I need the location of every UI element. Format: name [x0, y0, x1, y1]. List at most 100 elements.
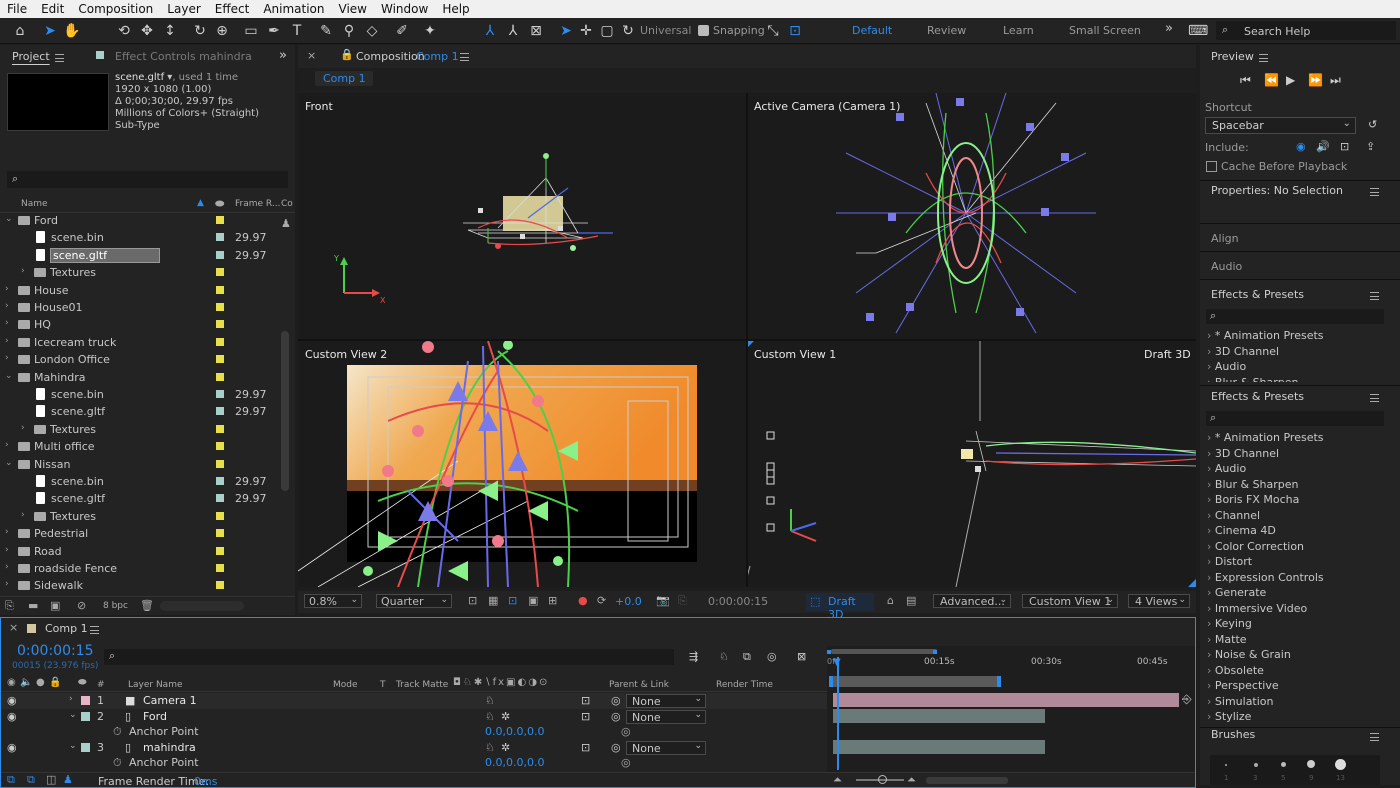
- motion-blur-icon[interactable]: ◎: [767, 650, 777, 663]
- menu-help[interactable]: Help: [435, 2, 476, 16]
- label-swatch[interactable]: [216, 564, 224, 572]
- effects-category[interactable]: › Expression Controls: [1207, 571, 1324, 584]
- layer-label-swatch[interactable]: [81, 742, 90, 752]
- label-swatch[interactable]: [216, 390, 224, 398]
- in-out-icon[interactable]: ◫: [46, 773, 56, 786]
- draft-3d-toggle[interactable]: ⬚ Draft 3D: [806, 593, 874, 621]
- label-swatch[interactable]: [216, 216, 224, 224]
- label-swatch[interactable]: [216, 268, 224, 277]
- rotate-tool-icon[interactable]: ↻: [190, 21, 210, 41]
- project-item-row[interactable]: scene.gltf 29.97: [0, 247, 292, 264]
- chevron-down-icon[interactable]: ⌄: [69, 741, 77, 751]
- label-swatch[interactable]: [216, 424, 224, 433]
- snap-options-icon[interactable]: ⤡: [763, 21, 783, 41]
- playhead-handle-icon[interactable]: ▼: [833, 657, 841, 668]
- shy-switch-icon[interactable]: ♘: [485, 741, 495, 754]
- cache-checkbox[interactable]: [1206, 161, 1217, 172]
- pan-tool-icon[interactable]: ✥: [137, 21, 157, 41]
- effects-category[interactable]: › Generate: [1207, 586, 1266, 599]
- project-item-row[interactable]: scene.bin 29.97: [0, 386, 292, 403]
- project-item-row[interactable]: scene.gltf 29.97: [0, 490, 292, 507]
- label-swatch[interactable]: [216, 511, 224, 520]
- transparency-grid-icon[interactable]: ▦: [488, 594, 498, 607]
- composition-mini-flowchart-icon[interactable]: ⇶: [689, 650, 698, 663]
- eraser-tool-icon[interactable]: ◇: [362, 21, 382, 41]
- project-folder-row[interactable]: › Icecream truck: [0, 334, 292, 351]
- brushes-title[interactable]: Brushes: [1211, 728, 1255, 741]
- 3d-move-icon[interactable]: ✛: [576, 21, 596, 41]
- chevron-right-icon[interactable]: ›: [5, 545, 9, 555]
- chevron-right-icon[interactable]: ›: [21, 423, 25, 433]
- show-snapshot-icon[interactable]: ⎘: [678, 594, 687, 608]
- collapse-switch-icon[interactable]: ✲: [501, 710, 510, 723]
- effects-presets-title-1[interactable]: Effects & Presets: [1211, 288, 1304, 301]
- brushes-menu-icon[interactable]: [1370, 733, 1379, 741]
- snap-grid-icon[interactable]: ⊡: [785, 21, 805, 41]
- project-folder-row[interactable]: › House01: [0, 299, 292, 316]
- lock-icon[interactable]: 🔒: [340, 48, 354, 61]
- 3d-layer-icon[interactable]: ⊡: [581, 741, 590, 754]
- shy-layers-icon[interactable]: ♘: [719, 650, 729, 663]
- chevron-down-icon[interactable]: ⌄: [5, 214, 13, 224]
- preview-title[interactable]: Preview: [1211, 50, 1254, 63]
- project-folder-row[interactable]: ⌄ Ford: [0, 212, 292, 229]
- view-dropdown[interactable]: Custom View 1 ⌄: [1022, 594, 1118, 608]
- chevron-down-icon[interactable]: ⌄: [5, 371, 13, 381]
- 3d-rotate-icon[interactable]: ↻: [618, 21, 638, 41]
- lock-toggle-icon[interactable]: 🔒: [49, 677, 61, 688]
- anchor-tool-icon[interactable]: ⊕: [212, 21, 232, 41]
- range-start-handle[interactable]: [829, 676, 833, 687]
- snapping-label[interactable]: Snapping: [713, 24, 765, 37]
- bit-depth-button[interactable]: 8 bpc: [103, 601, 128, 611]
- effects-category[interactable]: › * Animation Presets: [1207, 431, 1324, 444]
- orbit-tool-icon[interactable]: ⟲: [114, 21, 134, 41]
- project-folder-row[interactable]: › roadside Fence: [0, 560, 292, 577]
- effects-category[interactable]: › * Animation Presets: [1207, 329, 1324, 342]
- play-icon[interactable]: ▶: [1286, 73, 1295, 87]
- effects-menu-icon-1[interactable]: [1370, 292, 1379, 300]
- roto-brush-icon[interactable]: ✐: [392, 21, 412, 41]
- effects-category[interactable]: › Stylize: [1207, 710, 1251, 723]
- project-folder-row[interactable]: ⌄ Nissan: [0, 456, 292, 473]
- reset-exposure-icon[interactable]: ⟳: [597, 594, 606, 607]
- properties-title[interactable]: Properties: No Selection: [1211, 184, 1343, 197]
- previous-frame-icon[interactable]: ⏪: [1264, 73, 1279, 87]
- effects-category[interactable]: › Blur & Sharpen: [1207, 376, 1299, 383]
- custom-view-1[interactable]: Custom View 1 Draft 3D: [746, 341, 1196, 587]
- extended-viewer-icon[interactable]: ▤: [906, 594, 916, 607]
- range-end-handle[interactable]: [997, 676, 1001, 687]
- chevron-right-icon[interactable]: ›: [5, 284, 9, 294]
- property-row[interactable]: ⏱ Anchor Point 0.0,0.0,0.0 ◎: [1, 755, 827, 771]
- work-area-start[interactable]: [827, 650, 831, 654]
- label-swatch[interactable]: [216, 337, 224, 346]
- menu-view[interactable]: View: [332, 2, 374, 16]
- next-frame-icon[interactable]: ⏩: [1308, 73, 1323, 87]
- search-help-field[interactable]: ⌕ Search Help: [1216, 21, 1396, 40]
- export-icon[interactable]: ⇪: [1366, 140, 1375, 153]
- effects-category[interactable]: › 3D Channel: [1207, 345, 1279, 358]
- layer-row[interactable]: ◉ ⌄ 3 ▯ mahindra ♘ ✲ ⊡ ◎ None ⌄: [1, 740, 827, 756]
- label-swatch[interactable]: [216, 372, 224, 381]
- menu-edit[interactable]: Edit: [34, 2, 71, 16]
- project-tab[interactable]: Project: [12, 50, 50, 63]
- work-area-range[interactable]: [830, 676, 1000, 687]
- channels-icon[interactable]: ●: [578, 594, 588, 607]
- project-item-row[interactable]: scene.gltf 29.97: [0, 403, 292, 420]
- menu-composition[interactable]: Composition: [71, 2, 160, 16]
- brush-tip-3[interactable]: [1254, 763, 1258, 767]
- brush-tip-13[interactable]: [1335, 759, 1346, 770]
- brush-tool-icon[interactable]: ✎: [316, 21, 336, 41]
- composition-tab-label[interactable]: Composition: [356, 50, 425, 63]
- frame-rate-column-header[interactable]: Frame R...: [235, 199, 280, 209]
- align-title[interactable]: Align: [1211, 232, 1239, 245]
- mahindra-layer-bar[interactable]: [833, 740, 1045, 754]
- chevron-right-icon[interactable]: ›: [5, 440, 9, 450]
- layer-row[interactable]: ◉ › 1 ■ Camera 1 ♘ ⊡ ◎ None ⌄: [1, 693, 827, 709]
- home-icon[interactable]: ⌂: [10, 21, 30, 41]
- effects-category[interactable]: › Audio: [1207, 462, 1246, 475]
- footage-name[interactable]: scene.gltf: [115, 72, 164, 83]
- switches-icons[interactable]: ◘♘✱∖fx▣◐◑⊙: [453, 677, 549, 688]
- effects-category[interactable]: › 3D Channel: [1207, 447, 1279, 460]
- solo-toggle-icon[interactable]: ●: [36, 677, 45, 688]
- effects-menu-icon-2[interactable]: [1370, 394, 1379, 402]
